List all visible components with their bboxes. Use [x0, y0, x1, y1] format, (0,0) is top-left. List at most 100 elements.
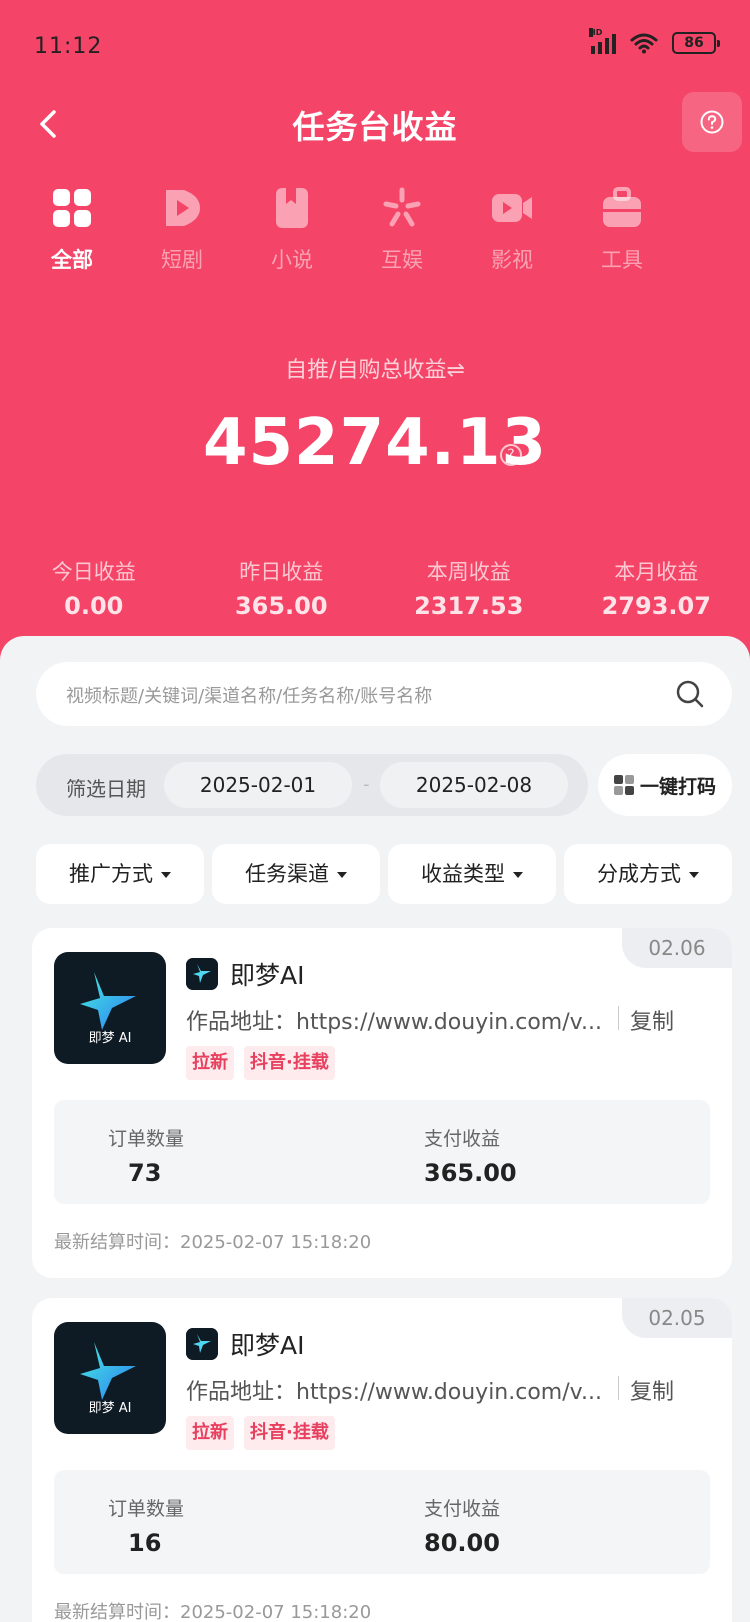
order-label: 订单数量 [108, 1498, 185, 1520]
order-value: 73 [128, 1159, 162, 1187]
filter-promotion-method[interactable]: 推广方式 [36, 844, 204, 904]
stat-label: 今日收益 [51, 560, 136, 584]
filter-label: 收益类型 [421, 862, 505, 886]
stat-label: 本月收益 [614, 560, 699, 584]
tab-novel[interactable]: 小说 [242, 186, 342, 274]
tab-tools[interactable]: 工具 [572, 186, 672, 274]
question-icon [700, 110, 724, 134]
stat-value: 2317.53 [414, 592, 524, 620]
end-date-picker[interactable]: 2025-02-08 [380, 762, 568, 808]
jimeng-star-icon [80, 972, 136, 1030]
total-earnings-label[interactable]: 自推/自购总收益⇌ [0, 352, 750, 384]
date-filter: 筛选日期 2025-02-01 - 2025-02-08 [36, 754, 588, 816]
page-title: 任务台收益 [292, 108, 458, 146]
one-click-mask-label: 一键打码 [639, 775, 716, 798]
app-badge-icon [186, 958, 218, 990]
tab-film[interactable]: 影视 [462, 186, 562, 274]
settlement-time: 最新结算时间：2025-02-07 15:18:20 [54, 1602, 372, 1622]
logo-text: 即梦 AI [88, 1031, 132, 1046]
battery-indicator: 86 [672, 32, 720, 54]
status-icons: HD 86 [589, 28, 720, 54]
search-placeholder: 视频标题/关键词/渠道名称/任务名称/账号名称 [66, 686, 433, 707]
tab-label: 全部 [51, 248, 93, 272]
book-icon [276, 188, 308, 228]
stat-value: 0.00 [64, 592, 124, 620]
card-stats: 订单数量 16 支付收益 80.00 [54, 1470, 710, 1574]
tab-label: 工具 [601, 248, 643, 272]
caret-down-icon [689, 872, 699, 878]
tab-label: 影视 [491, 248, 533, 272]
card-date: 02.06 [622, 928, 732, 968]
qr-grid-icon [613, 775, 634, 795]
stat-month: 本月收益 2793.07 [566, 556, 746, 620]
tab-label: 小说 [271, 248, 313, 272]
stat-label: 本周收益 [426, 560, 511, 584]
app-name: 即梦AI [230, 961, 305, 990]
total-earnings-value: 45274.13 [202, 406, 548, 480]
pay-label: 支付收益 [424, 1128, 501, 1150]
caret-down-icon [161, 872, 171, 878]
tab-all[interactable]: 全部 [22, 186, 122, 274]
search-icon[interactable] [674, 678, 706, 710]
filter-task-channel[interactable]: 任务渠道 [212, 844, 380, 904]
wifi-icon [630, 33, 658, 54]
work-address: 作品地址：https://www.douyin.com/v... [186, 1010, 602, 1035]
tag-list: 拉新 抖音·挂载 [186, 1416, 335, 1450]
stat-yesterday: 昨日收益 365.00 [191, 556, 371, 620]
jimeng-star-icon [80, 1342, 136, 1400]
earning-card[interactable]: 02.05 即梦 AI 即梦AI 作品地址：https://www.douyin… [32, 1298, 732, 1622]
payment-earnings: 支付收益 365.00 [424, 1124, 517, 1187]
caret-down-icon [337, 872, 347, 878]
order-value: 16 [128, 1529, 162, 1557]
category-tabs: 全部 短剧 小说 互娱 影视 工具 [0, 186, 750, 286]
tag: 抖音·挂载 [244, 1416, 335, 1450]
search-input[interactable]: 视频标题/关键词/渠道名称/任务名称/账号名称 [36, 662, 732, 726]
order-count: 订单数量 16 [108, 1494, 184, 1557]
tag-list: 拉新 抖音·挂载 [186, 1046, 335, 1080]
divider [618, 1376, 619, 1400]
filter-label: 分成方式 [597, 862, 681, 886]
pay-label: 支付收益 [424, 1498, 501, 1520]
stat-week: 本周收益 2317.53 [379, 556, 559, 620]
tab-label: 互娱 [381, 248, 423, 272]
start-date-picker[interactable]: 2025-02-01 [164, 762, 352, 808]
tab-entertainment[interactable]: 互娱 [352, 186, 452, 274]
card-date: 02.05 [622, 1298, 732, 1338]
status-time: 11:12 [34, 34, 103, 59]
sparkle-icon [383, 187, 421, 227]
toolbox-icon [603, 187, 641, 227]
tab-short-drama[interactable]: 短剧 [132, 186, 232, 274]
pay-value: 365.00 [424, 1159, 517, 1187]
app-logo: 即梦 AI [54, 952, 166, 1064]
video-icon [492, 194, 532, 222]
copy-button[interactable]: 复制 [630, 1004, 674, 1036]
pay-value: 80.00 [424, 1529, 500, 1557]
app-badge-icon [186, 1328, 218, 1360]
tag: 拉新 [186, 1416, 234, 1450]
total-help-icon[interactable]: ? [500, 444, 522, 466]
earning-card[interactable]: 02.06 即梦 AI 即梦AI 作品地址：https://www.douyin… [32, 928, 732, 1278]
tag: 抖音·挂载 [244, 1046, 335, 1080]
help-button[interactable] [682, 92, 742, 152]
one-click-mask-button[interactable]: 一键打码 [598, 754, 732, 816]
card-stats: 订单数量 73 支付收益 365.00 [54, 1100, 710, 1204]
stat-today: 今日收益 0.00 [4, 556, 184, 620]
payment-earnings: 支付收益 80.00 [424, 1494, 500, 1557]
stat-value: 2793.07 [601, 592, 711, 620]
content-panel: 视频标题/关键词/渠道名称/任务名称/账号名称 筛选日期 2025-02-01 … [0, 636, 750, 1622]
filter-bar: 推广方式 任务渠道 收益类型 分成方式 [36, 844, 732, 904]
signal-icon: HD [589, 28, 616, 54]
copy-button[interactable]: 复制 [630, 1374, 674, 1406]
settlement-time: 最新结算时间：2025-02-07 15:18:20 [54, 1232, 372, 1253]
play-icon [166, 190, 200, 226]
filter-label: 任务渠道 [245, 862, 329, 886]
stat-value: 365.00 [234, 592, 328, 620]
status-bar: 11:12 HD 86 [34, 28, 720, 68]
filter-split-method[interactable]: 分成方式 [564, 844, 732, 904]
earnings-stats: 今日收益 0.00 昨日收益 365.00 本周收益 2317.53 本月收益 … [0, 556, 750, 620]
filter-label: 推广方式 [69, 862, 153, 886]
filter-earning-type[interactable]: 收益类型 [388, 844, 556, 904]
date-filter-label: 筛选日期 [66, 777, 146, 801]
app-logo: 即梦 AI [54, 1322, 166, 1434]
work-address: 作品地址：https://www.douyin.com/v... [186, 1380, 602, 1405]
